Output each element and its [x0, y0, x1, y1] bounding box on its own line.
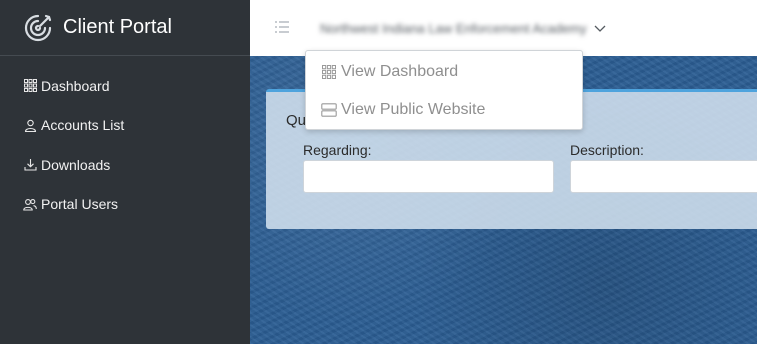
sidebar-item-downloads[interactable]: Downloads [0, 145, 250, 185]
organization-selector[interactable]: Northwest Indiana Law Enforcement Academ… [320, 17, 607, 39]
sidebar-item-label: Accounts List [41, 117, 125, 134]
organization-name: Northwest Indiana Law Enforcement Academ… [320, 20, 587, 36]
user-icon [23, 118, 37, 132]
chevron-down-icon [593, 21, 607, 35]
download-icon [23, 158, 37, 172]
list-icon[interactable] [274, 19, 290, 35]
server-icon [321, 102, 337, 118]
description-input[interactable] [570, 160, 757, 193]
target-swirl-icon [22, 12, 54, 44]
sidebar-item-label: Portal Users [41, 196, 119, 213]
menu-item-view-public-website[interactable]: View Public Website [306, 91, 582, 129]
brand-title: Client Portal [63, 16, 172, 38]
sidebar-item-label: Downloads [41, 156, 111, 173]
regarding-input[interactable] [303, 160, 554, 193]
users-icon [23, 197, 37, 211]
menu-item-view-dashboard[interactable]: View Dashboard [306, 53, 582, 91]
menu-item-label: View Public Website [341, 101, 486, 118]
sidebar-item-accounts-list[interactable]: Accounts List [0, 106, 250, 146]
sidebar-item-label: Dashboard [41, 77, 110, 94]
sidebar-nav: Dashboard Accounts List Downloads Portal… [0, 56, 250, 224]
panel-title: Qu [286, 112, 307, 129]
brand[interactable]: Client Portal [0, 0, 250, 56]
sidebar: Client Portal Dashboard Accounts List Do… [0, 0, 250, 344]
grid-icon [321, 64, 337, 80]
menu-item-label: View Dashboard [341, 63, 459, 80]
sidebar-item-dashboard[interactable]: Dashboard [0, 66, 250, 106]
organization-dropdown-menu: View Dashboard View Public Website [305, 50, 583, 130]
sidebar-item-portal-users[interactable]: Portal Users [0, 185, 250, 225]
regarding-label: Regarding: [303, 142, 372, 158]
description-label: Description: [570, 142, 644, 158]
top-header: Northwest Indiana Law Enforcement Academ… [250, 0, 757, 56]
grid-icon [23, 79, 37, 93]
